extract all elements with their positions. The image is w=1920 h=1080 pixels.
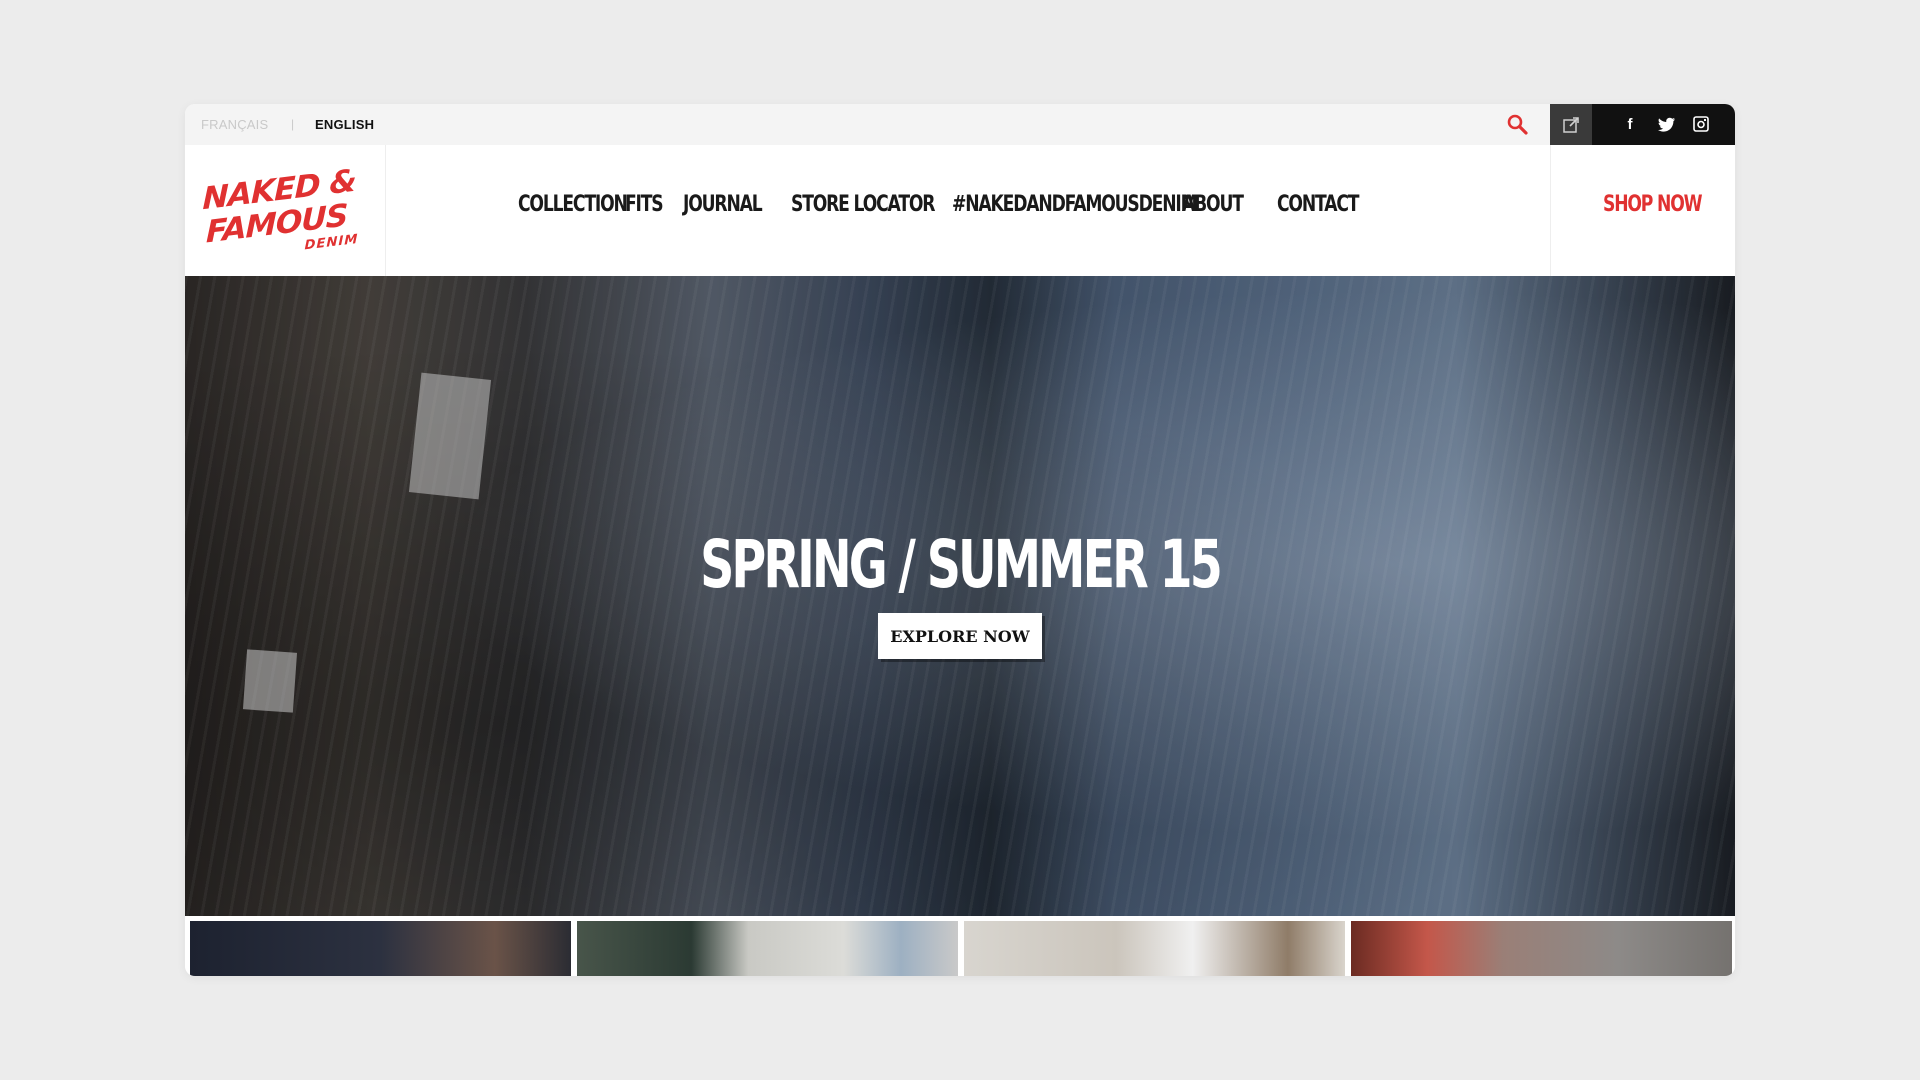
thumbnail-strip [185,916,1735,976]
nav-hashtag[interactable]: #NAKEDANDFAMOUSDENIM [952,192,1198,217]
language-french-link[interactable]: FRANÇAIS [201,117,268,132]
shop-now-cell: SHOP NOW [1550,145,1735,276]
nav-fits[interactable]: FITS [625,192,670,217]
shop-now-link[interactable]: SHOP NOW [1603,192,1703,217]
thumbnail-4[interactable] [1351,921,1732,976]
explore-now-button[interactable]: EXPLORE NOW [878,613,1042,659]
language-english-link[interactable]: ENGLISH [315,117,374,132]
facebook-icon[interactable]: f [1620,114,1640,134]
twitter-icon[interactable] [1657,114,1677,134]
browser-frame: FRANÇAIS | ENGLISH f NAKED & FAMOUS DENI… [185,104,1735,976]
social-links: f [1550,104,1735,145]
thumbnail-3[interactable] [964,921,1345,976]
nav-contact[interactable]: CONTACT [1277,192,1359,217]
hero-title-text: SPRING / SUMMER 15 [700,526,1223,603]
nav-store-locator[interactable]: STORE LOCATOR [791,192,935,217]
site-header: NAKED & FAMOUS DENIM COLLECTION FITS JOU… [185,145,1735,276]
brand-logo: NAKED & FAMOUS DENIM [199,155,372,270]
hero-banner: SPRING / SUMMER 15 EXPLORE NOW [185,276,1735,916]
main-nav: COLLECTION FITS JOURNAL STORE LOCATOR #N… [518,192,1377,217]
instagram-icon[interactable] [1691,114,1711,134]
top-bar: FRANÇAIS | ENGLISH f [185,104,1735,145]
nav-collection[interactable]: COLLECTION [518,192,628,217]
nav-about[interactable]: ABOUT [1182,192,1256,217]
thumbnail-1[interactable] [190,921,571,976]
external-link-icon[interactable] [1550,104,1592,145]
hero-title: SPRING / SUMMER 15 [185,526,1735,603]
logo-link[interactable]: NAKED & FAMOUS DENIM [185,145,386,276]
search-icon[interactable] [1505,112,1531,138]
thumbnail-2[interactable] [577,921,958,976]
facebook-glyph: f [1627,115,1633,133]
language-separator: | [291,117,295,131]
nav-journal[interactable]: JOURNAL [683,192,767,217]
